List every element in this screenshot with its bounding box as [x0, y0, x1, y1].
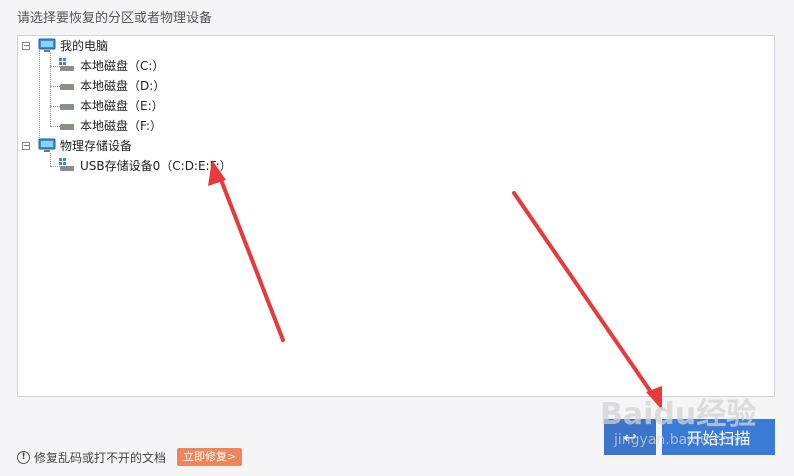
device-tree-panel[interactable]: − 我的电脑 本地磁盘（C:） 本地磁盘（D:） 本地磁盘（E:） 本地磁盘（F… — [17, 35, 775, 397]
computer-icon — [38, 138, 56, 152]
warning-icon: ! — [17, 451, 30, 464]
tree-node-drive-f[interactable]: 本地磁盘（F:） — [80, 119, 162, 133]
prompt-label: 请选择要恢复的分区或者物理设备 — [17, 11, 213, 26]
drive-icon — [60, 104, 74, 110]
usb-drive-icon — [59, 158, 74, 171]
start-scan-button[interactable]: 开始扫描 — [662, 419, 775, 455]
collapse-toggle-physical-storage[interactable]: − — [22, 142, 30, 150]
tree-node-physical-storage[interactable]: 物理存储设备 — [60, 139, 132, 153]
tree-line — [50, 153, 51, 166]
tree-line — [39, 50, 40, 146]
tree-line — [50, 53, 51, 126]
windows-drive-icon — [59, 58, 74, 71]
drive-icon — [60, 124, 74, 130]
tree-node-drive-c[interactable]: 本地磁盘（C:） — [80, 59, 164, 73]
tree-node-drive-d[interactable]: 本地磁盘（D:） — [80, 79, 165, 93]
repair-hint: ! 修复乱码或打不开的文档 — [17, 449, 166, 466]
drive-icon — [60, 84, 74, 90]
tree-node-drive-e[interactable]: 本地磁盘（E:） — [80, 99, 164, 113]
back-button[interactable]: ↩ — [604, 419, 656, 455]
tree-node-usb-device[interactable]: USB存储设备0（C:D:E:F:） — [80, 159, 232, 173]
tree-node-my-computer[interactable]: 我的电脑 — [60, 39, 108, 53]
collapse-toggle-my-computer[interactable]: − — [22, 42, 30, 50]
computer-icon — [38, 38, 56, 52]
repair-hint-text: 修复乱码或打不开的文档 — [34, 451, 167, 465]
repair-now-button[interactable]: 立即修复> — [177, 448, 243, 466]
